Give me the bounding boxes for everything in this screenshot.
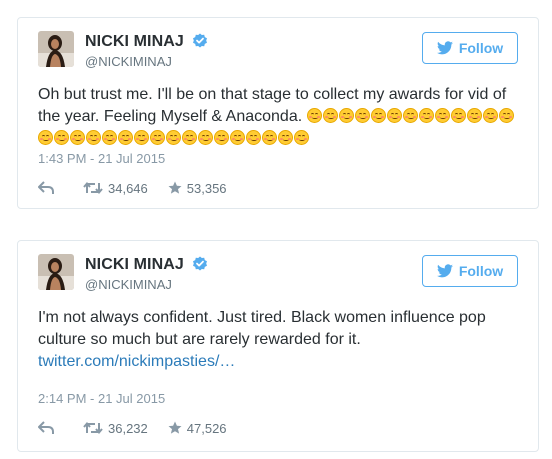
display-name[interactable]: NICKI MINAJ — [85, 256, 184, 274]
smiling-face-emoji-icon — [38, 130, 53, 145]
tweet-actions: 36,232 47,526 — [38, 418, 227, 438]
tweet-text-line: Oh but trust me. I'll be on that stage t… — [38, 86, 507, 103]
tweet-text: I'm not always confident. Just tired. Bl… — [38, 307, 528, 373]
tweet-header: NICKI MINAJ @NICKIMINAJ Follow — [38, 254, 518, 294]
tweet-link[interactable]: twitter.com/nickimpasties/… — [38, 353, 235, 370]
retweet-count: 36,232 — [108, 420, 148, 436]
follow-label: Follow — [458, 40, 504, 56]
smiling-face-emoji-icon — [262, 130, 277, 145]
smiling-face-emoji-icon — [402, 108, 418, 123]
timestamp[interactable]: 1:43 PM - 21 Jul 2015 — [38, 151, 165, 166]
smiling-face-emoji-icon — [338, 108, 354, 123]
retweet-button[interactable]: 34,646 — [83, 181, 148, 196]
tweet-text-line: culture so much but are rarely rewarded … — [38, 331, 361, 348]
smiling-face-emoji-icon — [198, 130, 213, 145]
reply-icon — [38, 181, 54, 194]
star-icon — [168, 181, 182, 194]
author-names: NICKI MINAJ @NICKIMINAJ — [85, 33, 208, 69]
verified-badge-icon — [193, 33, 208, 48]
smiling-face-emoji-icon — [498, 108, 514, 123]
smiling-face-emoji-icon — [386, 108, 402, 123]
like-count: 53,356 — [186, 180, 227, 196]
tweet-actions: 34,646 53,356 — [38, 178, 227, 198]
smiling-face-emoji-icon — [482, 108, 498, 123]
smiling-face-emoji-icon — [434, 108, 450, 123]
smiling-face-emoji-icon — [214, 130, 229, 145]
smiling-face-emoji-icon — [294, 130, 309, 145]
smiling-face-emoji-icon — [306, 108, 322, 123]
tweet-card: NICKI MINAJ @NICKIMINAJ Follow I'm not a… — [17, 240, 539, 452]
retweet-button[interactable]: 36,232 — [83, 421, 148, 436]
star-icon — [168, 421, 182, 434]
smiling-face-emoji-icon — [370, 108, 386, 123]
reply-icon — [38, 421, 54, 434]
smiling-face-emoji-icon — [86, 130, 101, 145]
smiling-face-emoji-icon — [278, 130, 293, 145]
smiling-face-emoji-icon — [246, 130, 261, 145]
smiling-face-emoji-icon — [70, 130, 85, 145]
twitter-bird-icon — [436, 264, 453, 278]
timestamp[interactable]: 2:14 PM - 21 Jul 2015 — [38, 391, 165, 406]
smiling-face-emoji-icon — [230, 130, 245, 145]
avatar[interactable] — [38, 31, 74, 67]
tweet-card: NICKI MINAJ @NICKIMINAJ Follow Oh but tr… — [17, 17, 539, 209]
smiling-face-emoji-icon — [166, 130, 181, 145]
smiling-face-emoji-icon — [134, 130, 149, 145]
smiling-face-emoji-icon — [354, 108, 370, 123]
smiling-face-emoji-icon — [466, 108, 482, 123]
retweet-icon — [83, 421, 103, 435]
smiling-face-emoji-icon — [418, 108, 434, 123]
verified-badge-icon — [193, 256, 208, 271]
follow-button[interactable]: Follow — [422, 32, 518, 64]
smiling-face-emoji-icon — [54, 130, 69, 145]
tweet-header: NICKI MINAJ @NICKIMINAJ Follow — [38, 31, 518, 71]
twitter-bird-icon — [436, 41, 453, 55]
handle[interactable]: @NICKIMINAJ — [85, 54, 208, 69]
reply-button[interactable] — [38, 181, 55, 195]
avatar[interactable] — [38, 254, 74, 290]
smiling-face-emoji-icon — [150, 130, 165, 145]
tweet-text-line: I'm not always confident. Just tired. Bl… — [38, 309, 486, 326]
smiling-face-emoji-icon — [322, 108, 338, 123]
smiling-face-emoji-icon — [118, 130, 133, 145]
reply-button[interactable] — [38, 421, 55, 435]
follow-label: Follow — [458, 263, 504, 279]
retweet-count: 34,646 — [108, 180, 148, 196]
tweet-text-line: the year. Feeling Myself & Anaconda. — [38, 108, 303, 125]
like-button[interactable]: 53,356 — [168, 181, 227, 196]
like-count: 47,526 — [186, 420, 227, 436]
like-button[interactable]: 47,526 — [168, 421, 227, 436]
tweet-text: Oh but trust me. I'll be on that stage t… — [38, 84, 528, 150]
smiling-face-emoji-icon — [102, 130, 117, 145]
smiling-face-emoji-icon — [182, 130, 197, 145]
display-name[interactable]: NICKI MINAJ — [85, 33, 184, 51]
follow-button[interactable]: Follow — [422, 255, 518, 287]
author-names: NICKI MINAJ @NICKIMINAJ — [85, 256, 208, 292]
retweet-icon — [83, 181, 103, 195]
smiling-face-emoji-icon — [450, 108, 466, 123]
handle[interactable]: @NICKIMINAJ — [85, 277, 208, 292]
